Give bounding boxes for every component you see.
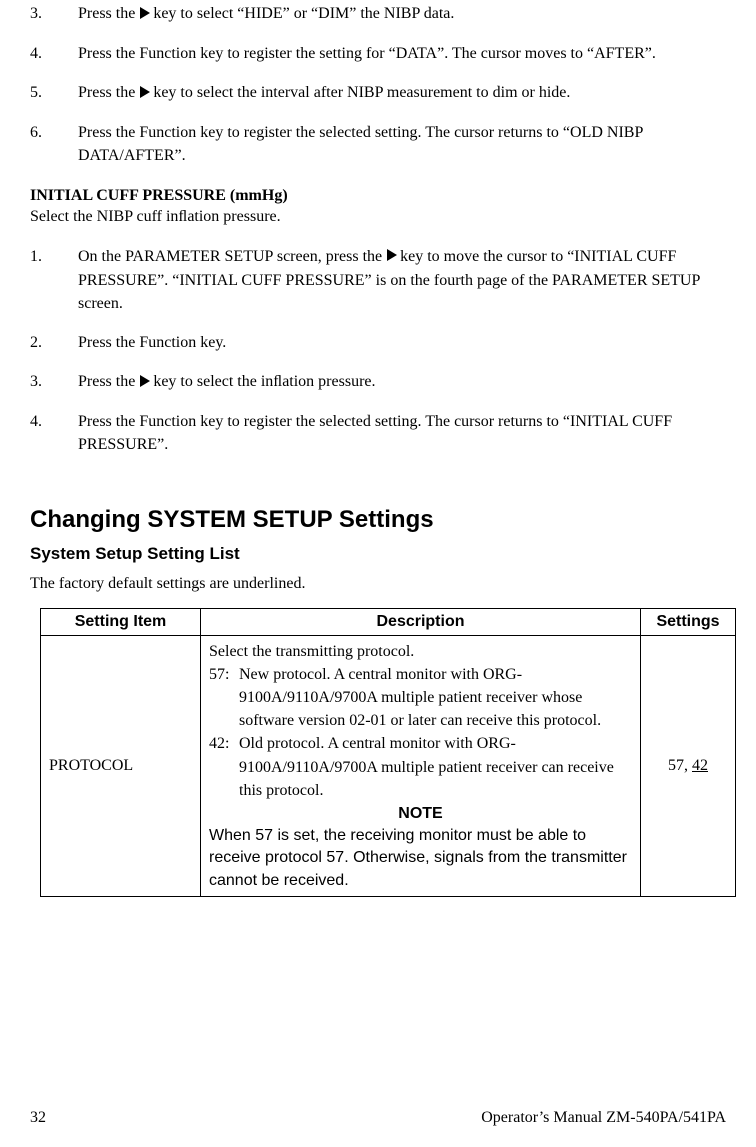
col-header-desc: Description bbox=[201, 608, 641, 635]
step-item: 4. Press the Function key to register th… bbox=[30, 410, 726, 456]
option-text: New protocol. A central monitor with ORG… bbox=[239, 663, 632, 733]
play-icon bbox=[139, 3, 151, 26]
note-body: When 57 is set, the receiving monitor mu… bbox=[209, 825, 632, 892]
settings-table: Setting Item Description Settings PROTOC… bbox=[40, 608, 736, 898]
desc-intro: Select the transmitting protocol. bbox=[209, 640, 632, 663]
step-number: 4. bbox=[30, 42, 78, 65]
steps-group-a: 3. Press the key to select “HIDE” or “DI… bbox=[30, 2, 726, 167]
step-number: 6. bbox=[30, 121, 78, 167]
heading-system-setup: Changing SYSTEM SETUP Settings bbox=[30, 506, 726, 534]
option-key: 57: bbox=[209, 663, 239, 733]
step-text: Press the Function key to register the s… bbox=[78, 42, 726, 65]
step-text: Press the Function key to register the s… bbox=[78, 121, 726, 167]
cell-settings: 57, 42 bbox=[641, 635, 736, 897]
default-setting: 42 bbox=[692, 757, 708, 774]
step-item: 3. Press the key to select the inﬂation … bbox=[30, 370, 726, 394]
step-item: 6. Press the Function key to register th… bbox=[30, 121, 726, 167]
table-row: PROTOCOL Select the transmitting protoco… bbox=[41, 635, 736, 897]
cell-description: Select the transmitting protocol. 57: Ne… bbox=[201, 635, 641, 897]
cell-item: PROTOCOL bbox=[41, 635, 201, 897]
steps-group-b: 1. On the PARAMETER SETUP screen, press … bbox=[30, 245, 726, 457]
step-text: Press the key to select the inﬂation pre… bbox=[78, 370, 726, 394]
col-header-settings: Settings bbox=[641, 608, 736, 635]
step-item: 4. Press the Function key to register th… bbox=[30, 42, 726, 65]
step-text: Press the key to select the interval aft… bbox=[78, 81, 726, 105]
table-header-row: Setting Item Description Settings bbox=[41, 608, 736, 635]
step-item: 1. On the PARAMETER SETUP screen, press … bbox=[30, 245, 726, 315]
step-item: 3. Press the key to select “HIDE” or “DI… bbox=[30, 2, 726, 26]
desc-option: 57: New protocol. A central monitor with… bbox=[209, 663, 632, 733]
play-icon bbox=[386, 245, 398, 268]
option-text: Old protocol. A central monitor with ORG… bbox=[239, 732, 632, 802]
step-item: 5. Press the key to select the interval … bbox=[30, 81, 726, 105]
desc-option: 42: Old protocol. A central monitor with… bbox=[209, 732, 632, 802]
play-icon bbox=[139, 371, 151, 394]
option-key: 42: bbox=[209, 732, 239, 802]
note-heading: NOTE bbox=[209, 802, 632, 825]
step-number: 5. bbox=[30, 81, 78, 105]
step-number: 2. bbox=[30, 331, 78, 354]
play-icon bbox=[139, 82, 151, 105]
step-number: 3. bbox=[30, 2, 78, 26]
col-header-item: Setting Item bbox=[41, 608, 201, 635]
page-number: 32 bbox=[30, 1109, 46, 1127]
section-title: INITIAL CUFF PRESSURE (mmHg) bbox=[30, 187, 726, 205]
page-footer: 32 Operator’s Manual ZM-540PA/541PA bbox=[30, 1109, 726, 1127]
heading-setting-list: System Setup Setting List bbox=[30, 544, 726, 564]
step-text: Press the Function key to register the s… bbox=[78, 410, 726, 456]
manual-title: Operator’s Manual ZM-540PA/541PA bbox=[481, 1109, 726, 1127]
step-text: Press the Function key. bbox=[78, 331, 726, 354]
step-text: On the PARAMETER SETUP screen, press the… bbox=[78, 245, 726, 315]
step-text: Press the key to select “HIDE” or “DIM” … bbox=[78, 2, 726, 26]
factory-default-note: The factory default settings are underli… bbox=[30, 572, 726, 595]
step-number: 3. bbox=[30, 370, 78, 394]
page-content: 3. Press the key to select “HIDE” or “DI… bbox=[30, 0, 726, 897]
step-item: 2. Press the Function key. bbox=[30, 331, 726, 354]
step-number: 1. bbox=[30, 245, 78, 315]
step-number: 4. bbox=[30, 410, 78, 456]
section-subtitle: Select the NIBP cuff inﬂation pressure. bbox=[30, 205, 726, 228]
